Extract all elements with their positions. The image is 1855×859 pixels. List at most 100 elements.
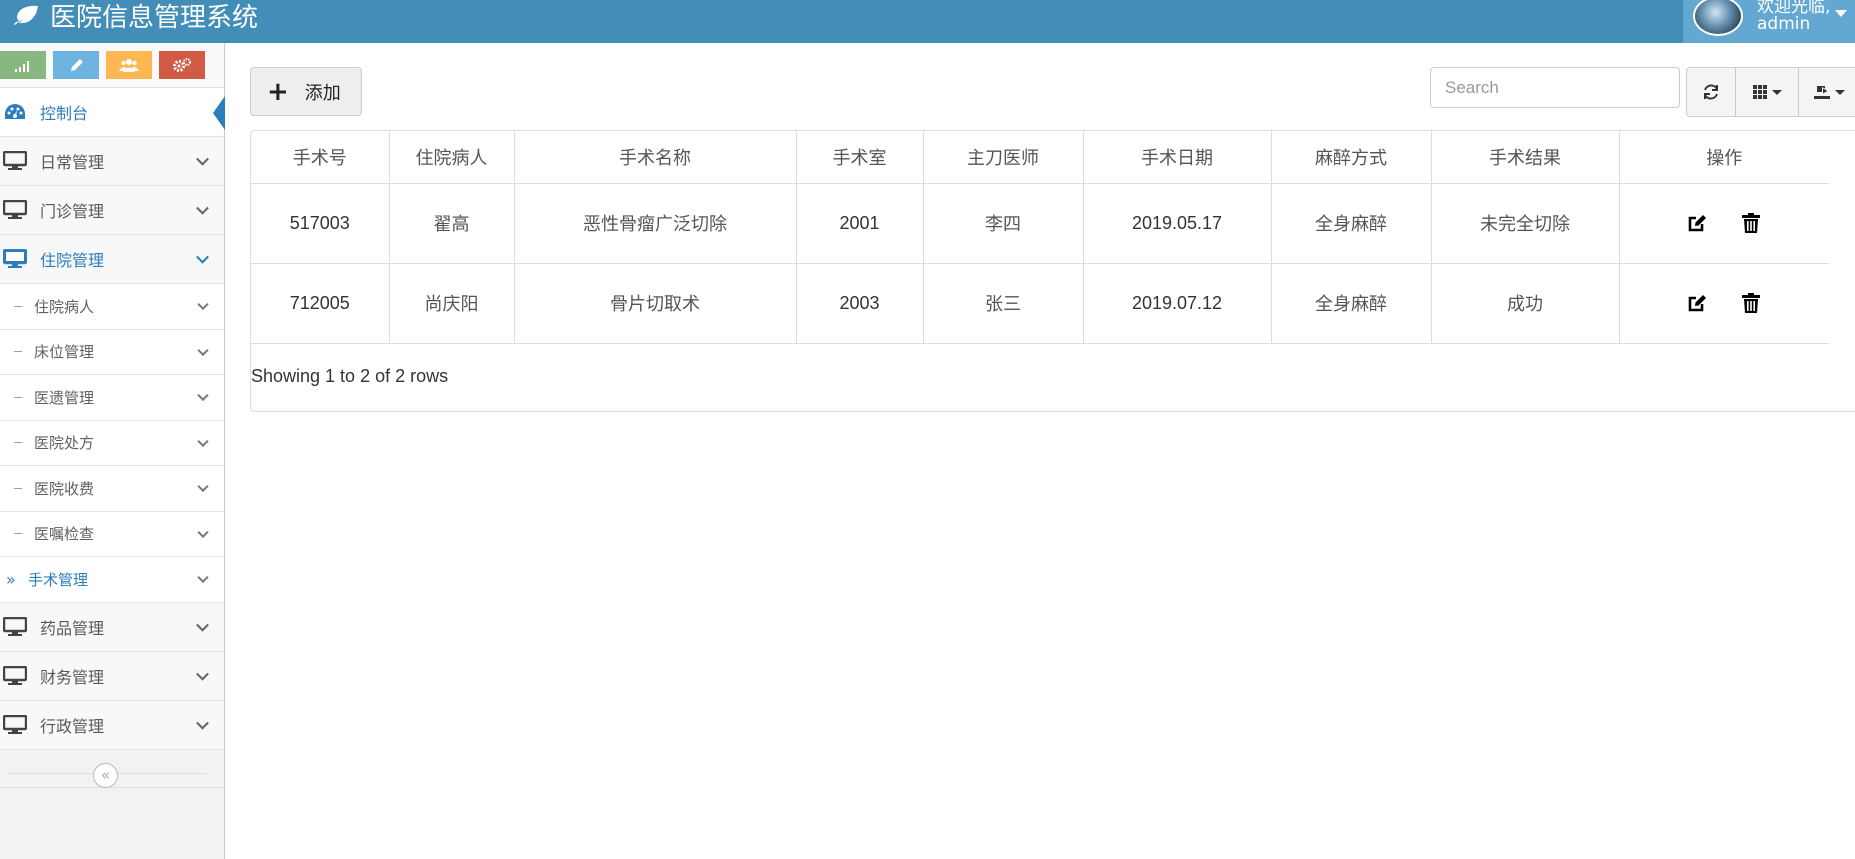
sidebar-label: 行政管理 xyxy=(40,716,105,736)
column-header[interactable]: 手术号 xyxy=(251,131,390,184)
delete-button[interactable] xyxy=(1739,211,1763,235)
table-cell: 尚庆阳 xyxy=(389,263,515,344)
sidebar-subitem-beds[interactable]: 床位管理 xyxy=(0,329,224,375)
columns-toggle-button[interactable] xyxy=(1736,67,1799,117)
search-input[interactable] xyxy=(1430,67,1680,108)
brand[interactable]: 医院信息管理系统 xyxy=(14,0,258,33)
table-cell: 517003 xyxy=(251,183,390,264)
add-button[interactable]: + 添加 xyxy=(250,67,362,116)
sidebar-sublabel: 医院收费 xyxy=(34,479,95,498)
sidebar-item-dashboard[interactable]: 控制台 xyxy=(0,88,225,137)
table-cell: 2003 xyxy=(796,263,924,344)
user-menu[interactable]: 欢迎光临, admin xyxy=(1683,0,1855,43)
pencil-icon xyxy=(71,59,83,71)
delete-button[interactable] xyxy=(1739,291,1763,315)
cogs-icon xyxy=(173,58,191,72)
sidebar-sublabel: 医遗管理 xyxy=(34,388,95,407)
chevron-down-icon xyxy=(196,152,209,166)
sidebar-subitem-wills[interactable]: 医遗管理 xyxy=(0,375,224,421)
table-actions-cell xyxy=(1619,183,1829,264)
table-row: 712005 尚庆阳 骨片切取术 2003 张三 2019.07.12 全身麻醉… xyxy=(251,263,1829,344)
export-button[interactable] xyxy=(1799,67,1855,117)
table-cell: 骨片切取术 xyxy=(514,263,797,344)
trash-icon xyxy=(1742,213,1761,233)
edit-icon xyxy=(1688,295,1707,312)
chevron-down-icon xyxy=(197,526,209,538)
table-cell: 李四 xyxy=(923,183,1084,264)
user-name: admin xyxy=(1757,13,1811,34)
table-toolbar xyxy=(1686,67,1855,117)
trash-icon xyxy=(1742,293,1761,313)
top-navbar: 医院信息管理系统 欢迎光临, admin xyxy=(0,0,1855,43)
sidebar-label: 药品管理 xyxy=(40,618,105,638)
surgery-table: 手术号 住院病人 手术名称 手术室 主刀医师 手术日期 麻醉方式 手术结果 操作… xyxy=(251,131,1829,344)
edit-button[interactable] xyxy=(1685,211,1709,235)
sidebar-sublabel: 住院病人 xyxy=(34,297,95,316)
desktop-icon xyxy=(2,199,28,221)
column-header[interactable]: 手术日期 xyxy=(1083,131,1272,184)
column-header[interactable]: 主刀医师 xyxy=(923,131,1084,184)
add-button-label: 添加 xyxy=(304,82,341,104)
sidebar-label: 财务管理 xyxy=(40,667,105,687)
sidebar-sublabel: 手术管理 xyxy=(28,570,89,589)
sidebar-item-inpatient[interactable]: 住院管理 xyxy=(0,235,224,284)
table-cell: 712005 xyxy=(251,263,390,344)
chevron-down-icon xyxy=(197,480,209,493)
sidebar-label: 控制台 xyxy=(40,104,89,123)
desktop-icon xyxy=(2,150,28,172)
caret-down-icon xyxy=(1772,89,1782,95)
plus-icon: + xyxy=(267,76,289,107)
sidebar-sublabel: 床位管理 xyxy=(34,343,95,362)
sidebar-label: 门诊管理 xyxy=(40,202,105,221)
caret-down-icon xyxy=(1834,89,1845,95)
sidebar-subitem-surgery[interactable]: » 手术管理 xyxy=(0,557,224,603)
column-header[interactable]: 麻醉方式 xyxy=(1271,131,1432,184)
export-icon xyxy=(1813,86,1830,99)
sidebar-item-pharmacy[interactable]: 药品管理 xyxy=(0,602,224,652)
sidebar-item-outpatient[interactable]: 门诊管理 xyxy=(0,186,224,235)
column-header[interactable]: 手术名称 xyxy=(514,131,797,184)
table-cell: 未完全切除 xyxy=(1431,183,1620,264)
column-header[interactable]: 手术结果 xyxy=(1431,131,1620,184)
shortcut-pencil-button[interactable] xyxy=(53,51,99,79)
avatar xyxy=(1693,0,1743,36)
sidebar-item-daily[interactable]: 日常管理 xyxy=(0,137,224,186)
shortcut-users-button[interactable] xyxy=(106,51,152,79)
sidebar-item-admin[interactable]: 行政管理 xyxy=(0,700,224,750)
sidebar-subitem-billing[interactable]: 医院收费 xyxy=(0,466,224,512)
sidebar-subitem-prescriptions[interactable]: 医院处方 xyxy=(0,420,224,466)
chevron-down-icon xyxy=(197,435,209,447)
sidebar-subitem-patients[interactable]: 住院病人 xyxy=(0,284,224,330)
sidebar-sublabel: 医院处方 xyxy=(34,434,95,453)
double-chevron-right-icon: » xyxy=(6,569,16,589)
sidebar-label: 住院管理 xyxy=(40,251,105,270)
table-cell: 翟高 xyxy=(389,183,515,264)
edit-icon xyxy=(1688,215,1707,232)
sidebar-shortcuts xyxy=(0,43,224,88)
app-title: 医院信息管理系统 xyxy=(50,2,259,33)
sidebar-item-finance[interactable]: 财务管理 xyxy=(0,651,224,701)
desktop-icon xyxy=(2,248,28,270)
sidebar-subitem-orders[interactable]: 医嘱检查 xyxy=(0,511,224,557)
edit-button[interactable] xyxy=(1685,291,1709,315)
column-header[interactable]: 手术室 xyxy=(796,131,924,184)
table-cell: 恶性骨瘤广泛切除 xyxy=(514,183,797,264)
chevron-down-icon xyxy=(196,667,209,681)
desktop-icon xyxy=(2,665,28,687)
table-cell: 2001 xyxy=(796,183,924,264)
refresh-button[interactable] xyxy=(1686,67,1736,117)
table-cell: 2019.05.17 xyxy=(1083,183,1272,264)
table-cell: 2019.07.12 xyxy=(1083,263,1272,344)
sidebar-sublabel: 医嘱检查 xyxy=(34,525,95,544)
column-header: 操作 xyxy=(1619,131,1829,184)
shortcut-cogs-button[interactable] xyxy=(159,51,205,79)
column-header[interactable]: 住院病人 xyxy=(389,131,515,184)
chevron-down-icon xyxy=(196,716,209,730)
refresh-icon xyxy=(1704,84,1718,100)
users-icon xyxy=(119,59,139,72)
collapse-sidebar-button[interactable]: « xyxy=(93,763,118,788)
chevron-down-icon xyxy=(197,344,209,356)
table-cell: 全身麻醉 xyxy=(1271,263,1432,344)
desktop-icon xyxy=(2,616,28,638)
shortcut-signal-button[interactable] xyxy=(0,51,46,79)
